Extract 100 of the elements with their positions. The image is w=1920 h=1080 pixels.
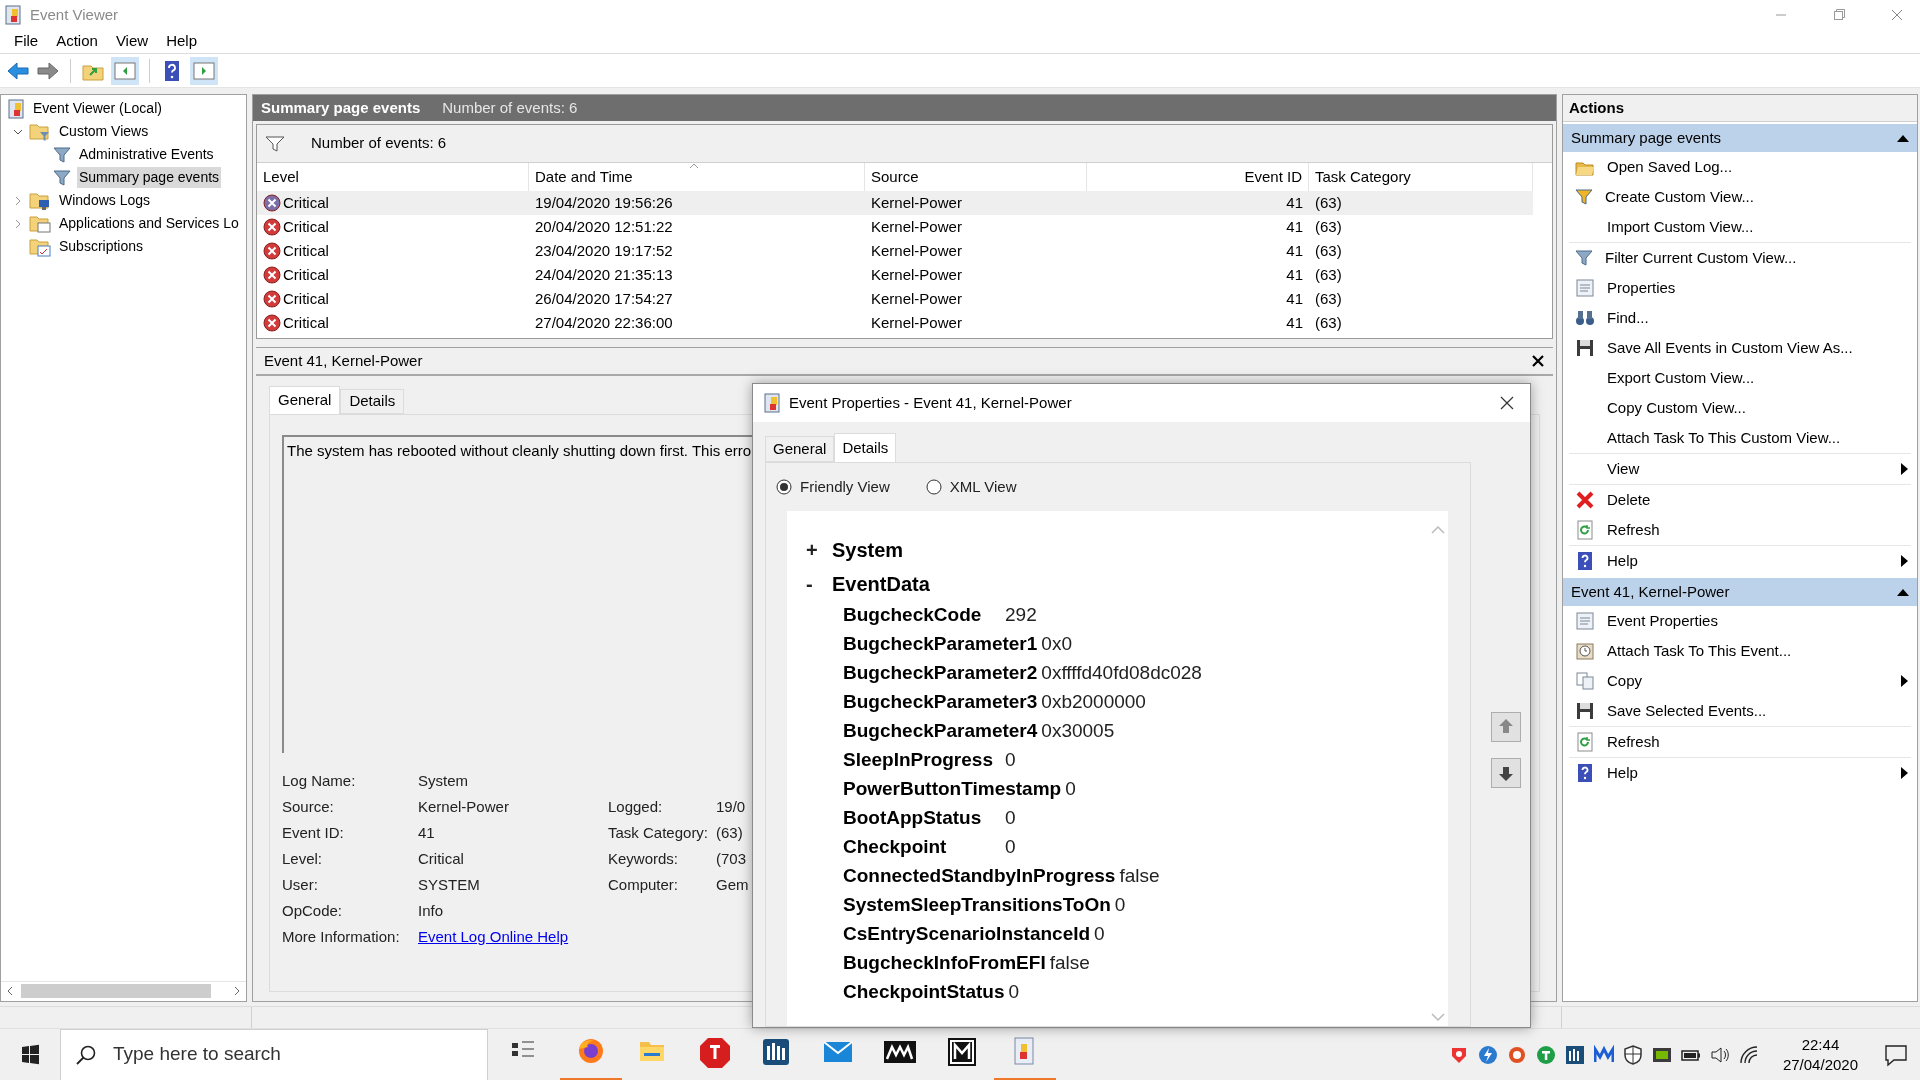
back-arrow-icon[interactable] <box>6 59 30 82</box>
scrollbar-thumb[interactable] <box>21 983 211 998</box>
field-value: 41 <box>418 823 436 844</box>
field-value: 0x0 <box>1041 632 1072 657</box>
field-value: 0 <box>1005 835 1016 860</box>
speaker-icon[interactable] <box>1709 1044 1730 1065</box>
command-item[interactable]: Refresh <box>1569 727 1911 757</box>
task-category-cell-text: (63) <box>1315 192 1342 213</box>
command-item[interactable]: Export Custom View... <box>1569 363 1911 393</box>
command-item[interactable]: View <box>1569 454 1911 484</box>
tree-item[interactable]: Summary page events <box>77 167 222 188</box>
funnel-icon <box>1575 249 1593 267</box>
table-row[interactable]: Critical 20/04/2020 12:51:22 Kernel-Power 41 (63) <box>257 215 1533 239</box>
tree-item[interactable]: Administrative Events <box>77 144 216 165</box>
command-item[interactable]: Event Properties <box>1569 606 1911 636</box>
tree-item[interactable]: Windows Logs <box>57 190 153 211</box>
command-item[interactable]: Copy Custom View... <box>1569 393 1911 423</box>
collapse-caret-icon[interactable] <box>1897 134 1909 142</box>
radio-selected-icon[interactable] <box>776 479 792 495</box>
table-row[interactable]: Critical 19/04/2020 19:56:26 Kernel-Power 41 (63) <box>257 191 1533 215</box>
command-item[interactable]: Save All Events in Custom View As... <box>1569 333 1911 363</box>
field-value: 0 <box>1005 748 1016 773</box>
field-value: 0x30005 <box>1041 719 1115 744</box>
command-item[interactable]: Refresh <box>1569 515 1911 545</box>
letter-t-app-icon[interactable] <box>1535 1044 1556 1065</box>
help-link[interactable]: Event Log Online Help <box>418 926 569 949</box>
clock[interactable]: 22:44 27/04/2020 <box>1782 1034 1858 1075</box>
tab[interactable]: General <box>765 436 835 462</box>
event-id-cell-text: 41 <box>1286 216 1303 237</box>
funnel-icon <box>53 168 71 187</box>
field-value: 292 <box>1005 603 1037 628</box>
expand-toggle[interactable]: - <box>806 569 826 599</box>
menu-item[interactable]: Help <box>158 30 205 53</box>
event-id-cell-text: 41 <box>1286 312 1303 333</box>
field-name: BugcheckInfoFromEFI <box>843 951 1047 976</box>
tree-item[interactable]: Custom Views <box>57 121 151 142</box>
clock-date: 27/04/2020 <box>1782 1054 1858 1075</box>
source-cell-text: Kernel-Power <box>871 192 962 213</box>
task-category-cell-text: (63) <box>1315 240 1342 261</box>
menu-item[interactable]: File <box>6 30 47 53</box>
radio-option[interactable]: Friendly View <box>776 475 890 499</box>
section-title: Event 41, Kernel-Power <box>1571 581 1731 602</box>
search-icon <box>75 1043 97 1066</box>
field-value: (703 <box>716 849 747 870</box>
menu-item[interactable]: Action <box>48 30 106 53</box>
m-logo-icon[interactable] <box>1593 1044 1614 1065</box>
section-header[interactable]: Summary page events <box>1563 124 1917 152</box>
command-item[interactable]: Create Custom View... <box>1569 182 1911 212</box>
command-item[interactable]: Copy <box>1569 666 1911 696</box>
previous-event-button[interactable] <box>1491 712 1521 742</box>
menu-item[interactable]: View <box>107 30 157 53</box>
table-row[interactable]: Critical 26/04/2020 17:54:27 Kernel-Power 41 (63) <box>257 287 1533 311</box>
forward-arrow-icon[interactable] <box>36 59 60 82</box>
command-item[interactable]: Properties <box>1569 273 1911 303</box>
properties-icon <box>1575 278 1595 298</box>
command-item[interactable]: Help <box>1569 758 1911 788</box>
command-item[interactable]: Attach Task To This Event... <box>1569 636 1911 666</box>
command-item[interactable]: Help <box>1569 546 1911 576</box>
security-shield-icon[interactable] <box>1622 1044 1643 1065</box>
event-id-cell-text: 41 <box>1286 288 1303 309</box>
expand-toggle[interactable]: + <box>806 535 826 565</box>
section-title: Summary page events <box>1571 127 1723 148</box>
field-label: More Information: <box>282 927 401 948</box>
radio-icon[interactable] <box>925 479 942 495</box>
field-name: CheckpointStatus <box>843 980 1006 1005</box>
table-row[interactable]: Critical 27/04/2020 22:36:00 Kernel-Power 41 (63) <box>257 311 1533 335</box>
search-field[interactable]: Type here to search <box>113 1040 487 1069</box>
command-item[interactable]: Delete <box>1569 485 1911 515</box>
table-row[interactable]: Critical 23/04/2020 19:17:52 Kernel-Power 41 (63) <box>257 239 1533 263</box>
command-item[interactable]: Find... <box>1569 303 1911 333</box>
tab[interactable]: Details <box>834 433 897 462</box>
next-event-button[interactable] <box>1491 758 1521 788</box>
command-item[interactable]: Save Selected Events... <box>1569 696 1911 726</box>
field-value: 0 <box>1008 980 1020 1005</box>
collapse-caret-icon[interactable] <box>1897 588 1909 596</box>
tree-item[interactable]: Event Viewer (Local) <box>31 98 164 119</box>
wifi-icon[interactable] <box>1738 1044 1759 1065</box>
field-name: BugcheckParameter4 <box>843 719 1039 744</box>
tree-item[interactable]: Subscriptions <box>57 236 146 257</box>
field-name: BugcheckParameter3 <box>843 690 1039 715</box>
tab[interactable]: General <box>269 386 341 414</box>
field-value: 0 <box>1065 777 1076 802</box>
section-header[interactable]: Event 41, Kernel-Power <box>1563 578 1917 606</box>
search-box[interactable]: Type here to search <box>60 1028 488 1080</box>
lightning-icon[interactable] <box>1477 1044 1498 1065</box>
bars-app-icon[interactable] <box>1564 1044 1585 1065</box>
command-item[interactable]: Attach Task To This Custom View... <box>1569 423 1911 453</box>
field-value: 19/0 <box>716 797 746 818</box>
tree-item[interactable]: Applications and Services Lo <box>57 213 241 234</box>
event-count: Number of events: 6 <box>442 97 578 118</box>
table-row[interactable]: Critical 24/04/2020 21:35:13 Kernel-Power 41 (63) <box>257 263 1533 287</box>
level-cell-text: Critical <box>283 240 329 261</box>
command-item[interactable]: Filter Current Custom View... <box>1569 243 1911 273</box>
command-item[interactable]: Import Custom View... <box>1569 212 1911 242</box>
field-name: BugcheckParameter2 <box>843 661 1039 686</box>
tab[interactable]: Details <box>340 389 405 414</box>
close-icon[interactable] <box>1531 354 1545 368</box>
radio-option[interactable]: XML View <box>925 475 1017 499</box>
properties-icon <box>1575 611 1595 631</box>
command-item[interactable]: Open Saved Log... <box>1569 152 1911 182</box>
